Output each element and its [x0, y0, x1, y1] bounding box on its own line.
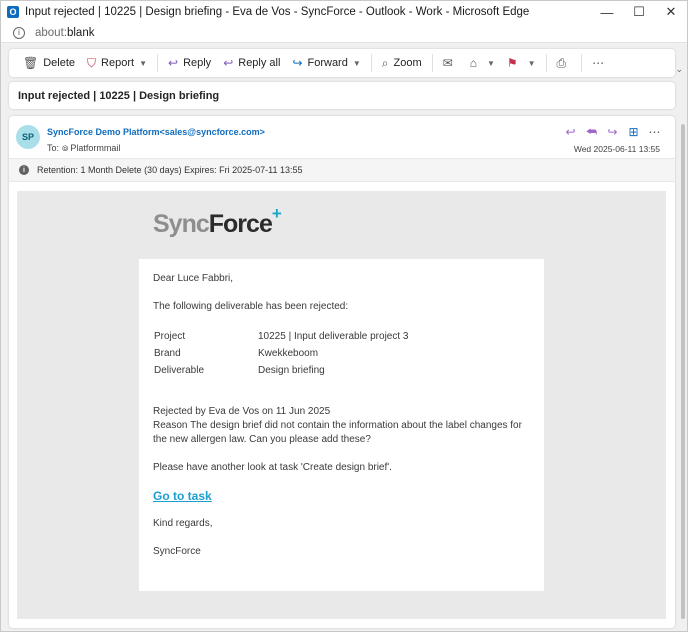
categorize-button[interactable]: ⌂ ▼ — [464, 51, 501, 75]
close-button[interactable]: ✕ — [655, 1, 687, 23]
recipients: To: ⦾ Platformmail — [47, 143, 121, 153]
apps-icon[interactable]: ⊞ — [623, 125, 644, 140]
message-header: SP SyncForce Demo Platform<sales@syncfor… — [9, 116, 675, 158]
printer-icon: ⎙ — [556, 55, 567, 70]
request-text: Please have another look at task 'Create… — [153, 462, 392, 473]
syncforce-logo: SyncForce+ — [153, 204, 282, 238]
flag-button[interactable]: ⚑ ▼ — [501, 51, 542, 75]
reply-button[interactable]: ↩ Reply — [162, 51, 217, 75]
zoom-button[interactable]: ⌕ Zoom — [376, 51, 428, 75]
email-body: SyncForce+ Dear Luce Fabbri, The followi… — [17, 191, 666, 619]
closing: Kind regards, — [153, 518, 213, 529]
rejected-by: Rejected by Eva de Vos on 11 Jun 2025 — [153, 406, 331, 417]
message-subject: Input rejected | 10225 | Design briefing — [9, 82, 675, 109]
browser-window: O Input rejected | 10225 | Design briefi… — [0, 0, 688, 632]
mark-read-button[interactable]: ✉ — [437, 51, 464, 75]
table-row: Brand Kwekkeboom — [154, 347, 319, 359]
delete-button[interactable]: 🗑 Delete — [17, 51, 81, 75]
flag-icon: ⚑ — [506, 56, 518, 70]
chevron-down-icon[interactable]: ▼ — [487, 59, 495, 68]
toolbar-divider — [545, 54, 547, 72]
outlook-icon: O — [7, 6, 19, 18]
toolbar-divider — [431, 54, 433, 72]
scrollbar[interactable] — [681, 124, 685, 619]
window-title: Input rejected | 10225 | Design briefing… — [25, 6, 530, 18]
reply-all-icon: ↩ — [223, 56, 234, 70]
email-content-card: Dear Luce Fabbri, The following delivera… — [139, 259, 544, 591]
chevron-down-icon[interactable]: ▼ — [353, 59, 361, 68]
tag-icon: ⌂ — [469, 56, 477, 70]
forward-icon[interactable]: ↪ — [602, 125, 623, 140]
minimize-button[interactable]: — — [591, 1, 623, 23]
toolbar-divider — [581, 54, 583, 72]
url-text[interactable]: about:blank — [35, 27, 94, 39]
magnifier-icon: ⌕ — [381, 55, 389, 70]
table-row: Project 10225 | Input deliverable project… — [154, 330, 409, 342]
forward-icon: ↪ — [292, 56, 303, 70]
window-controls: — ☐ ✕ — [591, 1, 687, 23]
header-actions: ↩ ⮪ ↪ ⊞ ⋯ — [560, 125, 665, 140]
sent-date: Wed 2025-06-11 13:55 — [573, 144, 660, 154]
chevron-down-icon[interactable]: ⌄ — [675, 64, 683, 75]
title-bar: O Input rejected | 10225 | Design briefi… — [1, 1, 687, 23]
sender[interactable]: SyncForce Demo Platform<sales@syncforce.… — [47, 127, 265, 137]
trash-icon: 🗑 — [23, 56, 39, 70]
table-row: Deliverable Design briefing — [154, 364, 325, 376]
more-icon[interactable]: ⋯ — [644, 125, 665, 140]
signature: SyncForce — [153, 546, 201, 557]
info-icon[interactable]: i — [13, 26, 25, 39]
reply-icon: ↩ — [168, 56, 179, 70]
retention-banner: i Retention: 1 Month Delete (30 days) Ex… — [9, 158, 675, 182]
greeting: Dear Luce Fabbri, — [153, 273, 234, 284]
reply-all-button[interactable]: ↩ Reply all — [217, 51, 286, 75]
message-toolbar: 🗑 Delete ⛉ Report ▼ ↩ Reply ↩ Reply all ↪ Forw… — [9, 49, 675, 77]
reply-all-icon[interactable]: ⮪ — [581, 125, 602, 140]
group-icon: ⦾ — [62, 144, 69, 153]
chevron-down-icon[interactable]: ▼ — [528, 59, 536, 68]
go-to-task-link[interactable]: Go to task — [153, 489, 212, 503]
reading-pane: SP SyncForce Demo Platform<sales@syncfor… — [9, 116, 675, 628]
toolbar-divider — [370, 54, 372, 72]
shield-icon: ⛉ — [87, 55, 97, 70]
more-actions-button[interactable]: ⋯ — [586, 51, 615, 75]
toolbar-divider — [157, 54, 158, 72]
recipient-name[interactable]: Platformmail — [70, 143, 120, 153]
outlook-content: 🗑 Delete ⛉ Report ▼ ↩ Reply ↩ Reply all ↪ Forw… — [1, 44, 687, 631]
address-bar[interactable]: i about:blank — [1, 23, 687, 43]
rejection-reason: Reason The design brief did not contain … — [153, 420, 522, 445]
avatar[interactable]: SP — [16, 125, 40, 149]
chevron-down-icon[interactable]: ▼ — [139, 59, 147, 68]
info-icon: i — [19, 165, 29, 175]
more-icon: ⋯ — [592, 56, 605, 70]
report-button[interactable]: ⛉ Report ▼ — [81, 51, 153, 75]
intro-text: The following deliverable has been rejec… — [153, 301, 349, 312]
print-button[interactable]: ⎙ — [551, 51, 578, 75]
maximize-button[interactable]: ☐ — [623, 1, 655, 23]
forward-button[interactable]: ↪ Forward ▼ — [286, 51, 366, 75]
envelope-icon: ✉ — [442, 56, 453, 70]
details-table: Project 10225 | Input deliverable project… — [154, 328, 530, 379]
reply-icon[interactable]: ↩ — [560, 125, 581, 140]
